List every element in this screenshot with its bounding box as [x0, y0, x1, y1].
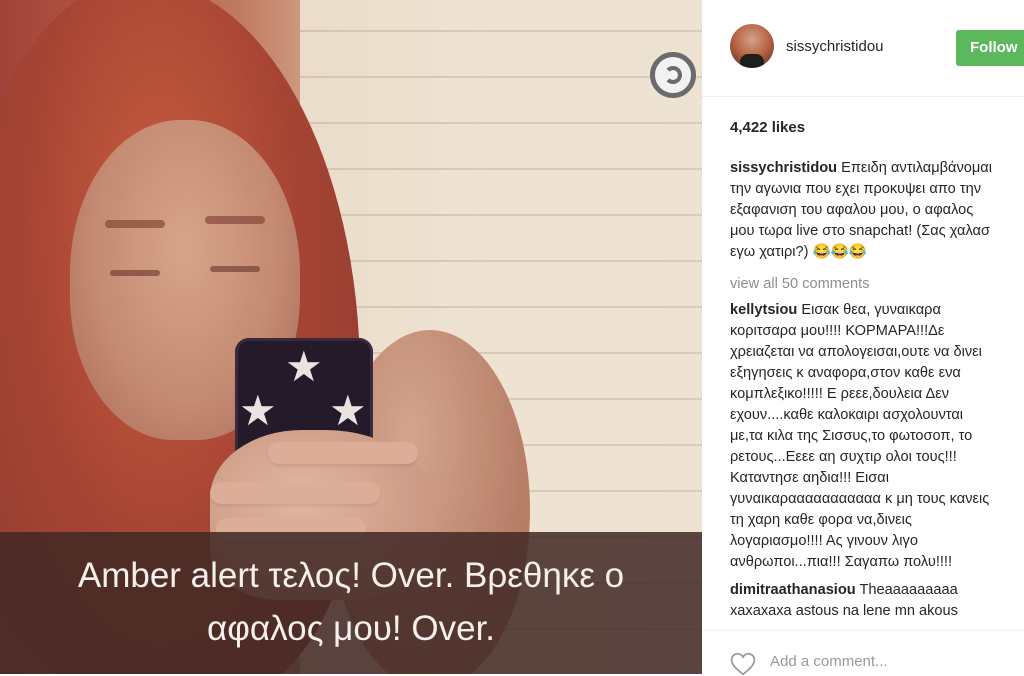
comment-username[interactable]: dimitraathanasiou — [730, 582, 856, 598]
comment-line: Καταντησε αηδια!!! Εισαι — [730, 470, 889, 486]
comment-line: dimitraathanasiou Theaaaaaaaaa — [730, 582, 958, 598]
caption-overlay-line: Amber alert τελος! Over. Βρεθηκε ο — [77, 556, 625, 595]
caption-line: εγω χατιρι?) 😂😂😂 — [730, 244, 868, 260]
comment-line: kellytsiou Εισακ θεα, γυναικαρα — [730, 302, 941, 318]
heart-icon[interactable] — [730, 652, 756, 676]
caption-line: sissychristidou Επειδη αντιλαμβάνομαι — [730, 160, 992, 176]
comment-line: xaxaxaxa astous na lene mn akous — [730, 603, 958, 619]
caption-overlay-line: αφαλος μου! Over. — [206, 609, 496, 648]
comment-line: εχουν....καθε καλοκαιρι ασχολουνται — [730, 407, 964, 423]
comment-line: χρειαζεται να απολογεισαι,ουτε να δινει — [730, 344, 982, 360]
star-icon: ★ — [285, 343, 323, 390]
post-header: sissychristidou Follow — [702, 0, 1024, 97]
star-icon: ★ — [329, 387, 367, 434]
view-all-comments-link[interactable]: view all 50 comments — [730, 276, 870, 292]
caption-line: μου τωρα live στο snapchat! (Σας χαλασ — [730, 223, 990, 239]
comment-line: κομπλεξικο!!!!! Ε ρεεε,δουλεια Δεν — [730, 386, 950, 402]
circle-loading-icon[interactable] — [650, 52, 696, 98]
username-link[interactable]: sissychristidou — [786, 38, 884, 55]
add-comment-input[interactable]: Add a comment... — [770, 653, 888, 670]
likes-count[interactable]: 4,422 likes — [730, 119, 805, 136]
right-brow — [205, 216, 265, 224]
caption-line: την αγωνια που εχει προκυψει απο την — [730, 181, 981, 197]
left-brow — [105, 220, 165, 228]
comment-line: τη χαρη καθε φορα να,δινεις — [730, 512, 912, 528]
comment-line: ανθρωποι...πια!!! Σαγαπω πολυ!!!! — [730, 554, 953, 570]
post-sidebar: sissychristidou Follow 4,422 likes sissy… — [702, 0, 1024, 676]
comment-line: με,τα κιλα της Σισσυς,το φωτοσοπ, το — [730, 428, 973, 444]
finger — [268, 442, 418, 464]
comment-line: ρετους...Εεεε αη συχτιρ ολοι τους!!! — [730, 449, 957, 465]
finger — [210, 482, 380, 504]
right-eye — [210, 266, 260, 272]
caption-overlay — [0, 532, 702, 674]
comment-line: γυναικαρααααααααααα κ μη τους κανεις — [730, 491, 990, 507]
follow-button[interactable]: Follow — [956, 30, 1024, 66]
caption-username[interactable]: sissychristidou — [730, 160, 837, 176]
comment-line: λογαριασμο!!!! Ας γινουν λιγο — [730, 533, 918, 549]
comment-line: κοριτσαρα μου!!!! ΚΟΡΜΑΡΑ!!!Δε — [730, 323, 945, 339]
caption-line: εξαφανιση του αφαλου μου, ο αφαλος — [730, 202, 974, 218]
comment-line: εξηγησεις κ αναφορα,στον καθε ενα — [730, 365, 961, 381]
star-icon: ★ — [239, 387, 277, 434]
comment-username[interactable]: kellytsiou — [730, 302, 797, 318]
avatar[interactable] — [730, 24, 774, 68]
post-photo: ★ ★ ★ Amber alert τελος! Over. Βρεθηκε ο… — [0, 0, 702, 674]
left-eye — [110, 270, 160, 276]
